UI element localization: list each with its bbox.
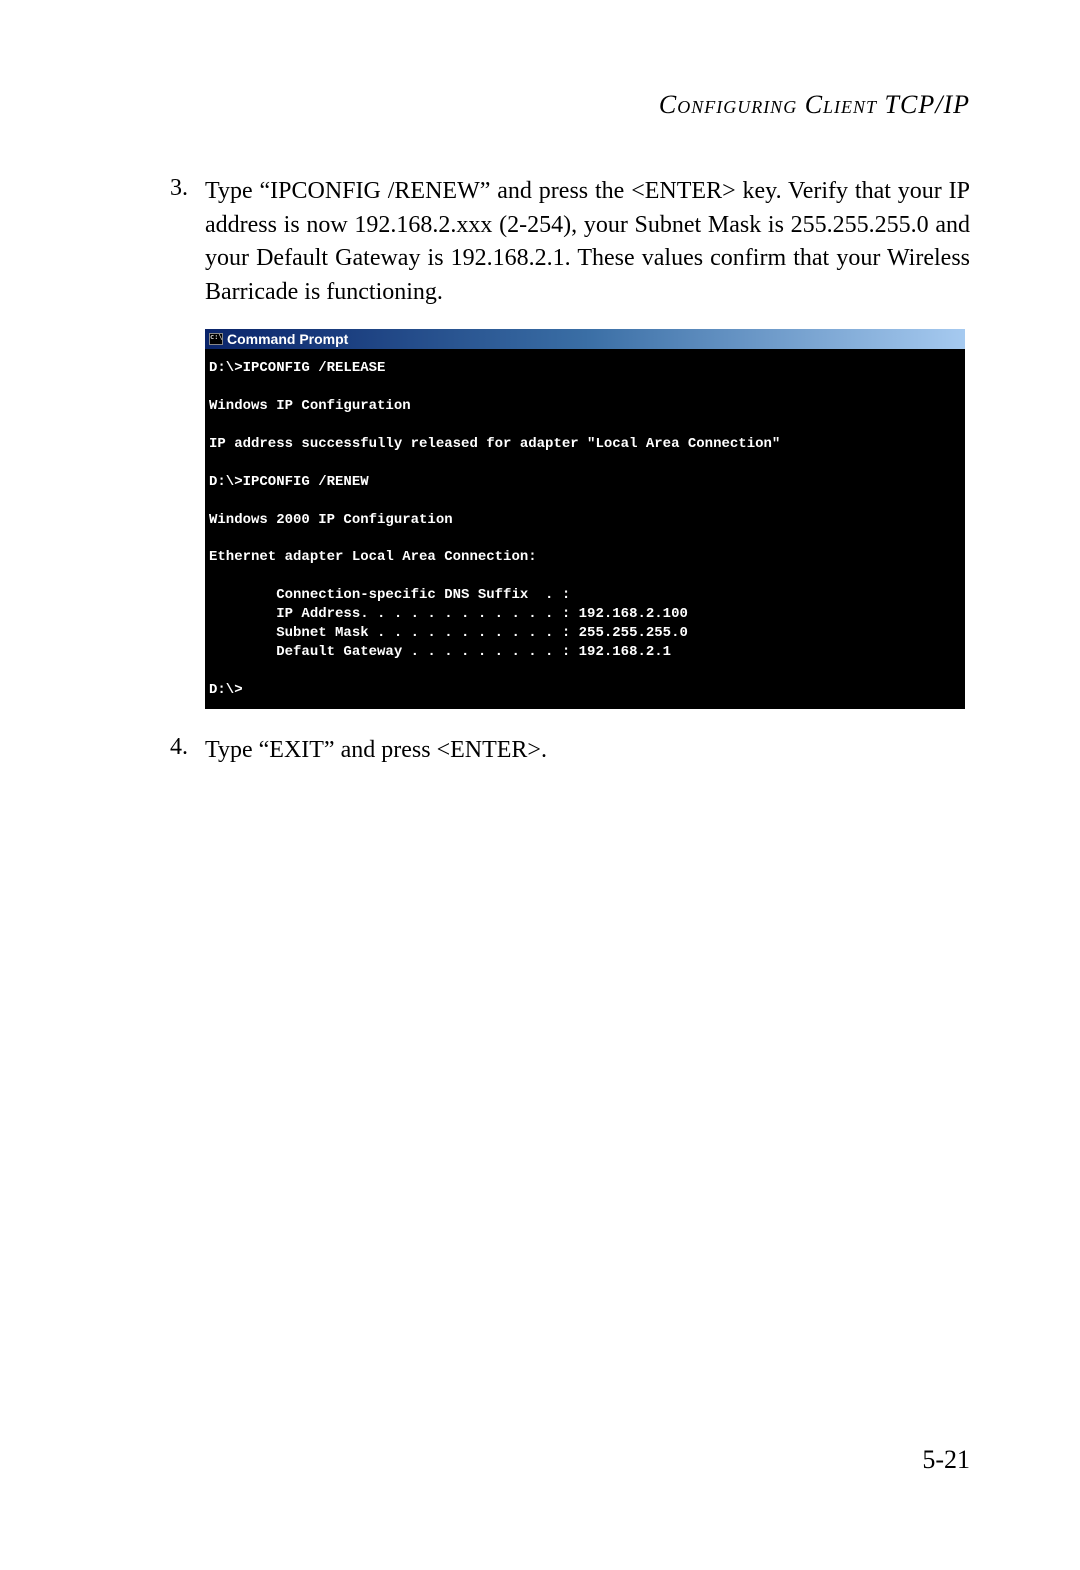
step-number: 3. [170,175,205,309]
step-3: 3. Type “IPCONFIG /RENEW” and press the … [170,175,970,309]
page-header: Configuring Client TCP/IP [0,0,1080,120]
step-text: Type “EXIT” and press <ENTER>. [205,734,547,768]
step-number: 4. [170,734,205,768]
command-prompt-icon [209,333,223,345]
command-prompt-body: D:\>IPCONFIG /RELEASE Windows IP Configu… [205,349,965,709]
header-title: Configuring Client TCP/IP [659,90,970,119]
step-text: Type “IPCONFIG /RENEW” and press the <EN… [205,175,970,309]
page-footer: 5-21 [922,1445,970,1475]
page-number: 5-21 [922,1445,970,1474]
step-4: 4. Type “EXIT” and press <ENTER>. [170,734,970,768]
command-prompt-title: Command Prompt [227,331,348,347]
page-content: 3. Type “IPCONFIG /RENEW” and press the … [0,120,1080,768]
command-prompt-window: Command Prompt D:\>IPCONFIG /RELEASE Win… [205,329,965,709]
command-prompt-titlebar: Command Prompt [205,329,965,349]
